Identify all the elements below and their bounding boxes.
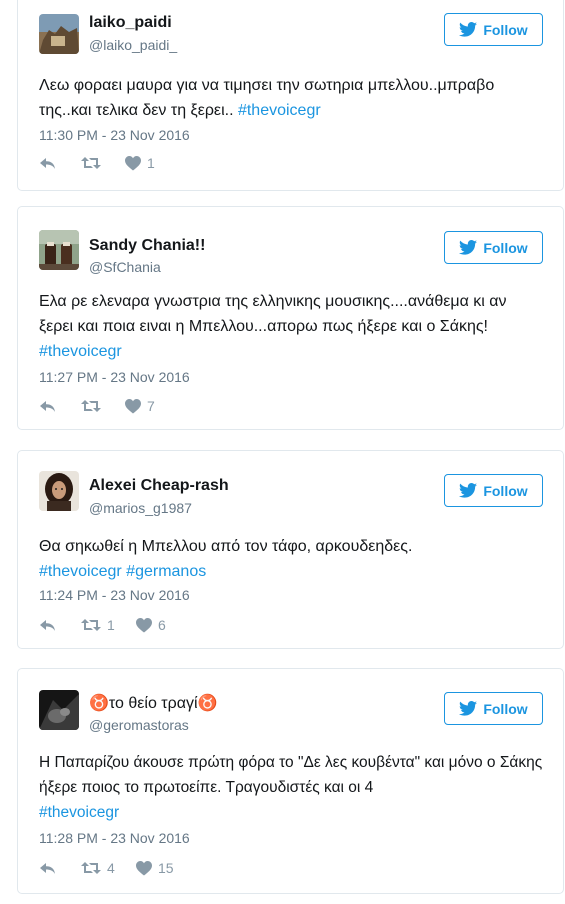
like-count: 7 [147, 398, 155, 414]
avatar[interactable] [39, 14, 79, 54]
twitter-bird-icon [459, 483, 478, 498]
hashtag-link[interactable]: #thevoicegr [39, 343, 122, 360]
tweet-card: Sandy Chania!! @SfChania Follow Ελα ρε ε… [17, 206, 564, 430]
tweet-card: Alexei Cheap-rash @marios_g1987 Follow Θ… [17, 450, 564, 649]
display-name[interactable]: Alexei Cheap-rash [89, 477, 229, 495]
avatar[interactable] [39, 230, 79, 270]
tweet-body: Η Παπαρίζου άκουσε πρώτη φόρα το "Δε λες… [39, 754, 543, 796]
follow-label: Follow [483, 482, 528, 499]
reply-button[interactable] [39, 860, 57, 876]
like-button[interactable]: 7 [125, 398, 155, 414]
user-handle[interactable]: @SfChania [89, 259, 161, 275]
hashtag-link[interactable]: #thevoicegr [39, 804, 119, 821]
retweet-icon [81, 862, 101, 874]
reply-icon [40, 620, 55, 631]
follow-button[interactable]: Follow [444, 474, 543, 507]
user-handle[interactable]: @geromastoras [89, 717, 189, 733]
like-count: 1 [147, 155, 155, 171]
reply-icon [40, 401, 55, 412]
like-button[interactable]: 15 [136, 860, 174, 876]
tweet-timestamp[interactable]: 11:24 PM - 23 Nov 2016 [39, 587, 190, 603]
reply-button[interactable] [39, 398, 57, 414]
display-name[interactable]: Sandy Chania!! [89, 237, 205, 255]
retweet-button[interactable] [81, 155, 107, 171]
tweet-text: Η Παπαρίζου άκουσε πρώτη φόρα το "Δε λες… [39, 750, 545, 825]
heart-icon [125, 155, 141, 170]
follow-button[interactable]: Follow [444, 692, 543, 725]
retweet-icon [81, 619, 101, 631]
display-name[interactable]: laiko_paidi [89, 14, 172, 32]
retweet-button[interactable]: 4 [81, 860, 115, 876]
follow-button[interactable]: Follow [444, 13, 543, 46]
user-handle[interactable]: @marios_g1987 [89, 500, 192, 516]
tweet-card: ♉το θείο τραγί♉ @geromastoras Follow Η Π… [17, 668, 564, 894]
like-count: 15 [158, 860, 174, 876]
user-handle[interactable]: @laiko_paidi_ [89, 37, 177, 53]
hashtag-link[interactable]: #thevoicegr [238, 102, 321, 119]
tweet-timestamp[interactable]: 11:27 PM - 23 Nov 2016 [39, 369, 190, 385]
follow-label: Follow [483, 700, 528, 717]
retweet-icon [81, 157, 101, 169]
tweet-timestamp[interactable]: 11:28 PM - 23 Nov 2016 [39, 830, 190, 846]
like-count: 6 [158, 617, 166, 633]
follow-button[interactable]: Follow [444, 231, 543, 264]
reply-button[interactable] [39, 617, 57, 633]
twitter-bird-icon [459, 22, 478, 37]
hashtag-link[interactable]: #thevoicegr [39, 563, 122, 580]
like-button[interactable]: 6 [136, 617, 166, 633]
heart-icon [136, 860, 152, 875]
reply-icon [40, 158, 55, 169]
tweet-timestamp[interactable]: 11:30 PM - 23 Nov 2016 [39, 127, 190, 143]
tweet-body: Θα σηκωθεί η Μπελλου από τον τάφο, αρκου… [39, 538, 413, 555]
retweet-count: 4 [107, 860, 115, 876]
reply-button[interactable] [39, 155, 57, 171]
twitter-bird-icon [459, 701, 478, 716]
twitter-bird-icon [459, 240, 478, 255]
avatar[interactable] [39, 690, 79, 730]
follow-label: Follow [483, 21, 528, 38]
heart-icon [125, 398, 141, 413]
tweet-text: Λεω φοραει μαυρα για να τιμησει την σωτη… [39, 73, 545, 123]
hashtag-link[interactable]: #germanos [126, 563, 206, 580]
display-name[interactable]: ♉το θείο τραγί♉ [89, 693, 217, 713]
heart-icon [136, 617, 152, 632]
tweet-card: laiko_paidi @laiko_paidi_ Follow Λεω φορ… [17, 0, 564, 191]
like-button[interactable]: 1 [125, 155, 155, 171]
follow-label: Follow [483, 239, 528, 256]
tweet-body: Ελα ρε ελεναρα γνωστρια της ελληνικης μο… [39, 293, 507, 335]
retweet-count: 1 [107, 617, 115, 633]
tweet-text: Θα σηκωθεί η Μπελλου από τον τάφο, αρκου… [39, 534, 545, 584]
retweet-button[interactable] [81, 398, 107, 414]
retweet-icon [81, 400, 101, 412]
reply-icon [40, 863, 55, 874]
avatar[interactable] [39, 471, 79, 511]
tweet-text: Ελα ρε ελεναρα γνωστρια της ελληνικης μο… [39, 289, 545, 364]
retweet-button[interactable]: 1 [81, 617, 115, 633]
